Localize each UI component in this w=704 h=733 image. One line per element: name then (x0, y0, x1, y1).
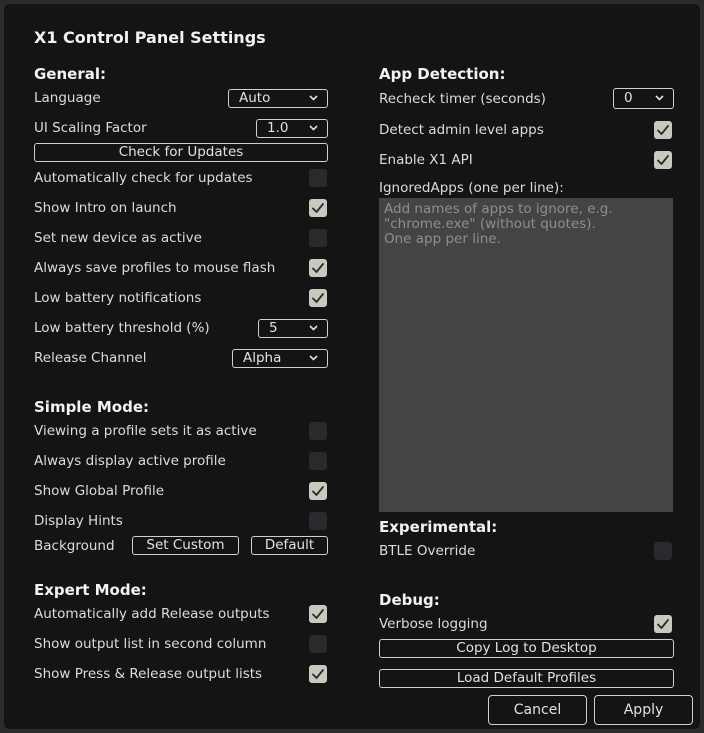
checkmark-icon (312, 609, 324, 619)
enable-api-label: Enable X1 API (379, 152, 473, 168)
show-intro-label: Show Intro on launch (34, 200, 177, 216)
second-column-label: Show output list in second column (34, 636, 267, 652)
checkmark-icon (312, 669, 324, 679)
checkmark-icon (657, 155, 669, 165)
verbose-logging-checkbox[interactable] (654, 615, 672, 633)
show-global-checkbox[interactable] (309, 482, 327, 500)
save-profiles-label: Always save profiles to mouse flash (34, 260, 276, 276)
general-heading: General: (34, 65, 106, 83)
detect-admin-label: Detect admin level apps (379, 122, 544, 138)
expert-mode-heading: Expert Mode: (34, 581, 147, 599)
checkmark-icon (312, 486, 324, 496)
display-hints-checkbox[interactable] (309, 512, 327, 530)
low-battery-threshold-label: Low battery threshold (%) (34, 320, 210, 336)
enable-api-checkbox[interactable] (654, 151, 672, 169)
auto-check-label: Automatically check for updates (34, 170, 253, 186)
save-profiles-checkbox[interactable] (309, 259, 327, 277)
checkmark-icon (657, 619, 669, 629)
checkmark-icon (312, 203, 324, 213)
app-detection-heading: App Detection: (379, 65, 506, 83)
ui-scaling-dropdown[interactable]: 1.0 (256, 119, 328, 138)
load-default-profiles-button[interactable]: Load Default Profiles (379, 669, 674, 688)
chevron-down-icon (309, 325, 318, 331)
chevron-down-icon (655, 95, 664, 101)
press-release-checkbox[interactable] (309, 665, 327, 683)
apply-button[interactable]: Apply (594, 695, 693, 725)
viewing-profile-label: Viewing a profile sets it as active (34, 423, 257, 439)
detect-admin-checkbox[interactable] (654, 121, 672, 139)
set-custom-button[interactable]: Set Custom (132, 536, 239, 555)
display-active-checkbox[interactable] (309, 452, 327, 470)
language-dropdown[interactable]: Auto (228, 89, 328, 108)
release-channel-value: Alpha (243, 350, 282, 366)
low-battery-threshold-value: 5 (269, 320, 278, 336)
checkmark-icon (312, 293, 324, 303)
release-channel-label: Release Channel (34, 350, 147, 366)
chevron-down-icon (309, 95, 318, 101)
experimental-heading: Experimental: (379, 518, 498, 536)
copy-log-button[interactable]: Copy Log to Desktop (379, 639, 674, 658)
recheck-timer-label: Recheck timer (seconds) (379, 91, 546, 107)
auto-release-checkbox[interactable] (309, 605, 327, 623)
set-device-checkbox[interactable] (309, 229, 327, 247)
btle-override-checkbox[interactable] (654, 542, 672, 560)
release-channel-dropdown[interactable]: Alpha (232, 349, 328, 368)
language-label: Language (34, 90, 101, 106)
show-intro-checkbox[interactable] (309, 199, 327, 217)
viewing-profile-checkbox[interactable] (309, 422, 327, 440)
background-label: Background (34, 538, 115, 554)
checkmark-icon (312, 263, 324, 273)
ui-scaling-label: UI Scaling Factor (34, 120, 147, 136)
display-active-label: Always display active profile (34, 453, 226, 469)
dialog-title: X1 Control Panel Settings (34, 28, 266, 47)
settings-dialog: X1 Control Panel Settings General: Langu… (3, 3, 701, 730)
show-global-label: Show Global Profile (34, 483, 165, 499)
low-battery-threshold-dropdown[interactable]: 5 (258, 319, 328, 338)
ui-scaling-value: 1.0 (267, 120, 289, 136)
low-battery-notif-label: Low battery notifications (34, 290, 202, 306)
check-updates-button[interactable]: Check for Updates (34, 143, 328, 162)
btle-override-label: BTLE Override (379, 543, 476, 559)
recheck-timer-dropdown[interactable]: 0 (613, 88, 674, 109)
language-value: Auto (239, 90, 271, 106)
low-battery-notif-checkbox[interactable] (309, 289, 327, 307)
simple-mode-heading: Simple Mode: (34, 398, 149, 416)
debug-heading: Debug: (379, 591, 440, 609)
auto-release-label: Automatically add Release outputs (34, 606, 270, 622)
verbose-logging-label: Verbose logging (379, 616, 488, 632)
ignored-apps-label: IgnoredApps (one per line): (379, 180, 564, 196)
press-release-label: Show Press & Release output lists (34, 666, 263, 682)
chevron-down-icon (309, 355, 318, 361)
auto-check-checkbox[interactable] (309, 169, 327, 187)
chevron-down-icon (309, 125, 318, 131)
set-device-label: Set new device as active (34, 230, 202, 246)
checkmark-icon (657, 125, 669, 135)
ignored-apps-textarea[interactable]: Add names of apps to ignore, e.g. "chrom… (379, 198, 673, 512)
recheck-timer-value: 0 (624, 90, 633, 106)
default-background-button[interactable]: Default (251, 536, 328, 555)
second-column-checkbox[interactable] (309, 635, 327, 653)
display-hints-label: Display Hints (34, 513, 123, 529)
cancel-button[interactable]: Cancel (488, 695, 587, 725)
